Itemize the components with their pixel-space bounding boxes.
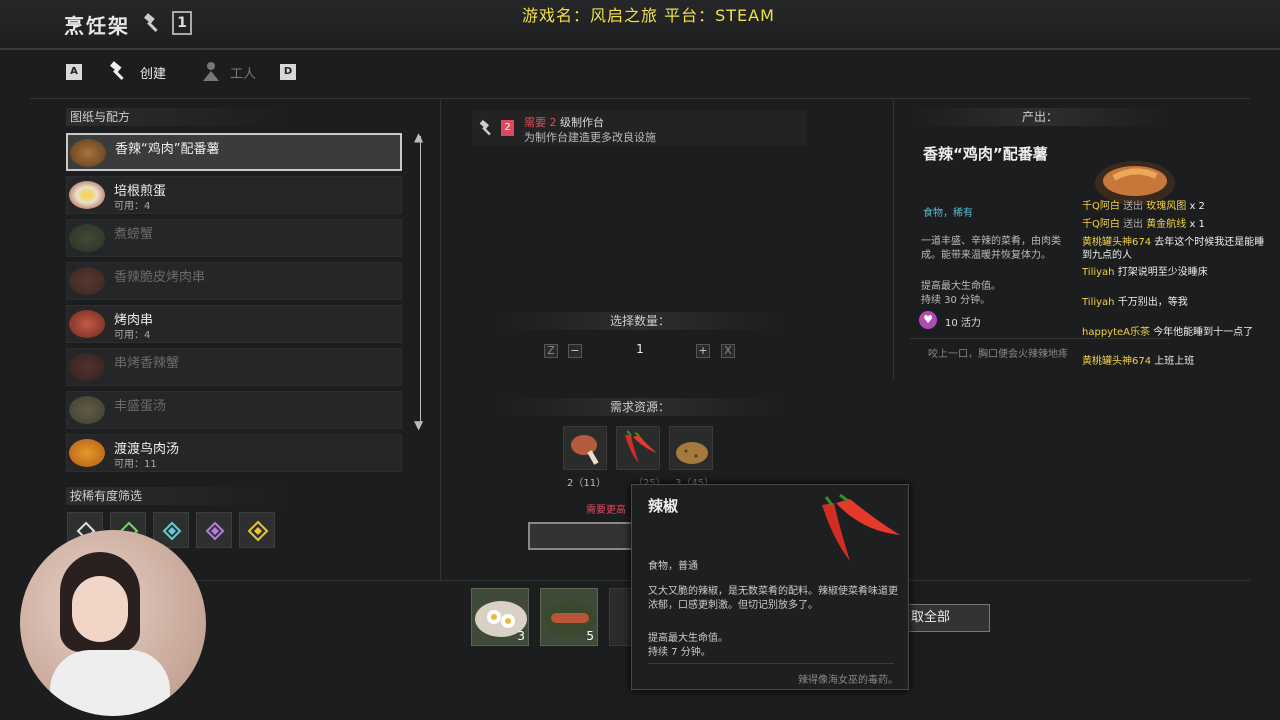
item-tooltip: 辣椒 食物，普通 又大又脆的辣椒，是无数菜肴的配料。辣椒使菜肴味道更浓郁，口感更… (631, 484, 909, 690)
filter-epic[interactable] (196, 512, 232, 548)
take-all-button[interactable]: 取全部 (900, 604, 990, 632)
recipe-item[interactable]: 培根煎蛋 可用：4 (66, 176, 402, 214)
level-badge: 2 (501, 120, 514, 136)
bacon-eggs-icon (69, 181, 105, 209)
divider (893, 100, 894, 380)
quantity-decrease-key[interactable]: Z (544, 344, 558, 358)
scroll-up-arrow-icon[interactable]: ▲ (414, 130, 423, 144)
streamer-webcam (20, 530, 206, 716)
requirement-text: 需要 2 级制作台 (524, 116, 604, 129)
chat-line: Tiliyah 千万别出，等我 (1082, 297, 1188, 308)
recipe-item[interactable]: 烤肉串 可用：4 (66, 305, 402, 343)
chat-line: 千Q阿白 送出 玫瑰风图 x 2 (1082, 201, 1205, 212)
diamond-icon (162, 521, 182, 541)
resource-slot[interactable] (669, 426, 713, 470)
output-name: 香辣“鸡肉”配番薯 (923, 145, 1048, 163)
crab-skewer-icon (69, 353, 105, 381)
recipes-heading: 图纸与配方 (66, 108, 296, 126)
recipe-item[interactable]: 香辣“鸡肉”配番薯 (66, 133, 402, 171)
output-effect: 提高最大生命值。 (921, 281, 1001, 292)
recipe-item[interactable]: 煮螃蟹 (66, 219, 402, 257)
quantity-minus-button[interactable]: − (568, 344, 582, 358)
requirement-hint: 为制作台建造更多改良设施 (524, 131, 656, 144)
output-slot[interactable]: 3 (471, 588, 529, 646)
divider (440, 100, 441, 580)
skewer-icon (69, 267, 105, 295)
diamond-icon (247, 520, 269, 542)
level-badge: 1 (172, 11, 192, 35)
hammer-icon (144, 13, 158, 32)
kebab-icon (69, 310, 105, 338)
output-description: 一道丰盛、辛辣的菜肴，由肉类成。能带来温暖并恢复体力。 (921, 236, 1061, 261)
scroll-down-arrow-icon[interactable]: ▼ (414, 418, 423, 432)
egg-soup-icon (69, 396, 105, 424)
resources-heading: 需求资源： (498, 398, 782, 416)
tab-prev-key[interactable]: A (66, 64, 82, 80)
tab-worker[interactable]: 工人 (230, 63, 256, 82)
resource-slot[interactable] (563, 426, 607, 470)
output-flavor: 咬上一口，胸口便会火辣辣地疼 (928, 349, 1068, 360)
drumstick-icon (571, 435, 599, 465)
requirement-bar: 2 需要 2 级制作台 为制作台建造更多改良设施 (472, 110, 807, 146)
recipe-item[interactable]: 香辣脆皮烤肉串 (66, 262, 402, 300)
tab-next-key[interactable]: D (280, 64, 296, 80)
resource-warning: 需要更高 (586, 505, 626, 516)
quantity-heading: 选择数量： (498, 312, 782, 330)
stream-chat: 千Q阿白 送出 玫瑰风图 x 2 千Q阿白 送出 黄金航线 x 1 黄桃罐头神6… (1070, 200, 1275, 370)
resource-count: 2（11） (567, 478, 607, 489)
vitality-value: 10 活力 (945, 318, 981, 329)
tooltip-flavor: 辣得像海女巫的毒药。 (798, 675, 898, 686)
vitality-icon: ♥ (919, 311, 937, 329)
chat-line: 千Q阿白 送出 黄金航线 x 1 (1082, 219, 1205, 230)
chili-icon (822, 493, 900, 561)
tooltip-effect: 提高最大生命值。 (648, 633, 728, 644)
tooltip-duration: 持续 7 分钟。 (648, 647, 711, 658)
quantity-plus-button[interactable]: + (696, 344, 710, 358)
dodo-soup-icon (69, 439, 105, 467)
dish-icon (70, 139, 106, 167)
worker-icon (203, 62, 219, 81)
diamond-icon (205, 521, 225, 541)
chat-line: 黄桃罐头神674 上班上班 (1082, 356, 1195, 367)
resource-slot[interactable] (616, 426, 660, 470)
hammer-icon (479, 119, 491, 136)
quantity-value[interactable]: 1 (600, 342, 680, 356)
craft-button[interactable] (528, 522, 638, 550)
tooltip-tags: 食物，普通 (648, 561, 698, 572)
chat-line: 黄桃罐头神674 去年这个时候我还是能睡到九点的人 (1082, 237, 1265, 261)
filter-legendary[interactable] (239, 512, 275, 548)
divider (648, 663, 894, 664)
recipe-item[interactable]: 渡渡鸟肉汤 可用：11 (66, 434, 402, 472)
stream-caption: 游戏名：风启之旅 平台：STEAM (522, 6, 775, 25)
list-scrollbar[interactable] (420, 136, 421, 426)
tooltip-description: 又大又脆的辣椒，是无数菜肴的配料。辣椒使菜肴味道更浓郁，口感更刺激。但切记别放多… (648, 586, 898, 611)
recipe-item[interactable]: 串烤香辣蟹 (66, 348, 402, 386)
output-heading: 产出： (910, 108, 1170, 126)
chat-line: Tiliyah 打架说明至少没睡床 (1082, 267, 1208, 278)
tab-create[interactable]: 创建 (140, 63, 166, 82)
quantity-increase-key[interactable]: X (721, 344, 735, 358)
filter-heading: 按稀有度筛选 (66, 487, 296, 505)
chat-line: happyteA乐茶 今年他能睡到十一点了 (1082, 327, 1254, 338)
crab-icon (69, 224, 105, 252)
output-duration: 持续 30 分钟。 (921, 295, 991, 306)
chili-icon (625, 430, 657, 463)
potato-icon (676, 442, 708, 464)
page-title: 烹饪架 (64, 14, 130, 38)
recipe-item[interactable]: 丰盛蛋汤 (66, 391, 402, 429)
tooltip-title: 辣椒 (648, 497, 679, 515)
divider (30, 98, 1250, 99)
output-tags: 食物，稀有 (923, 208, 973, 219)
output-slot[interactable]: 5 (540, 588, 598, 646)
hammer-icon (110, 61, 124, 80)
